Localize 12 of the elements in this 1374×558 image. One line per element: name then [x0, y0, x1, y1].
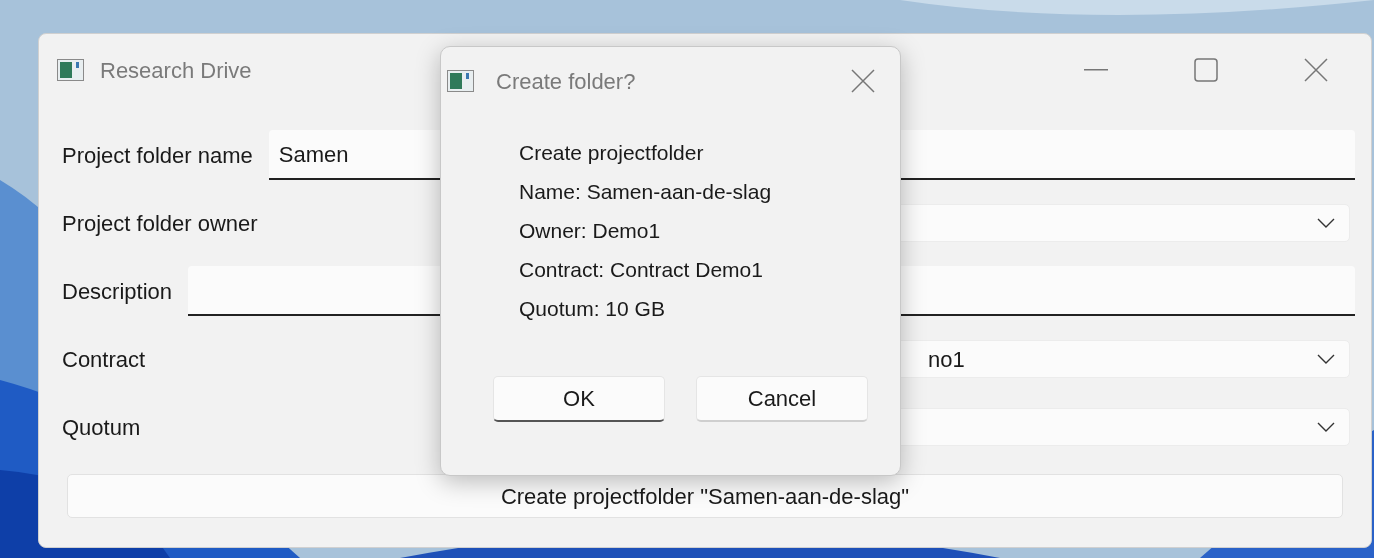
field-label: Quotum — [62, 414, 141, 440]
message-line: Create projectfolder — [519, 140, 705, 166]
field-label: Contract — [62, 346, 146, 372]
field-label: Project folder owner — [62, 210, 258, 236]
field-label: Description — [62, 277, 173, 306]
message-line: Quotum: 10 GB — [519, 296, 666, 322]
message-line: Contract: Contract Demo1 — [519, 257, 764, 283]
field-label: Project folder name — [62, 141, 253, 170]
message-line: Owner: Demo1 — [519, 218, 662, 244]
window-title: Research Drive — [100, 56, 252, 85]
dialog-title: Create folder? — [496, 67, 637, 96]
message-line: Name: Samen-aan-de-slag — [519, 179, 773, 205]
